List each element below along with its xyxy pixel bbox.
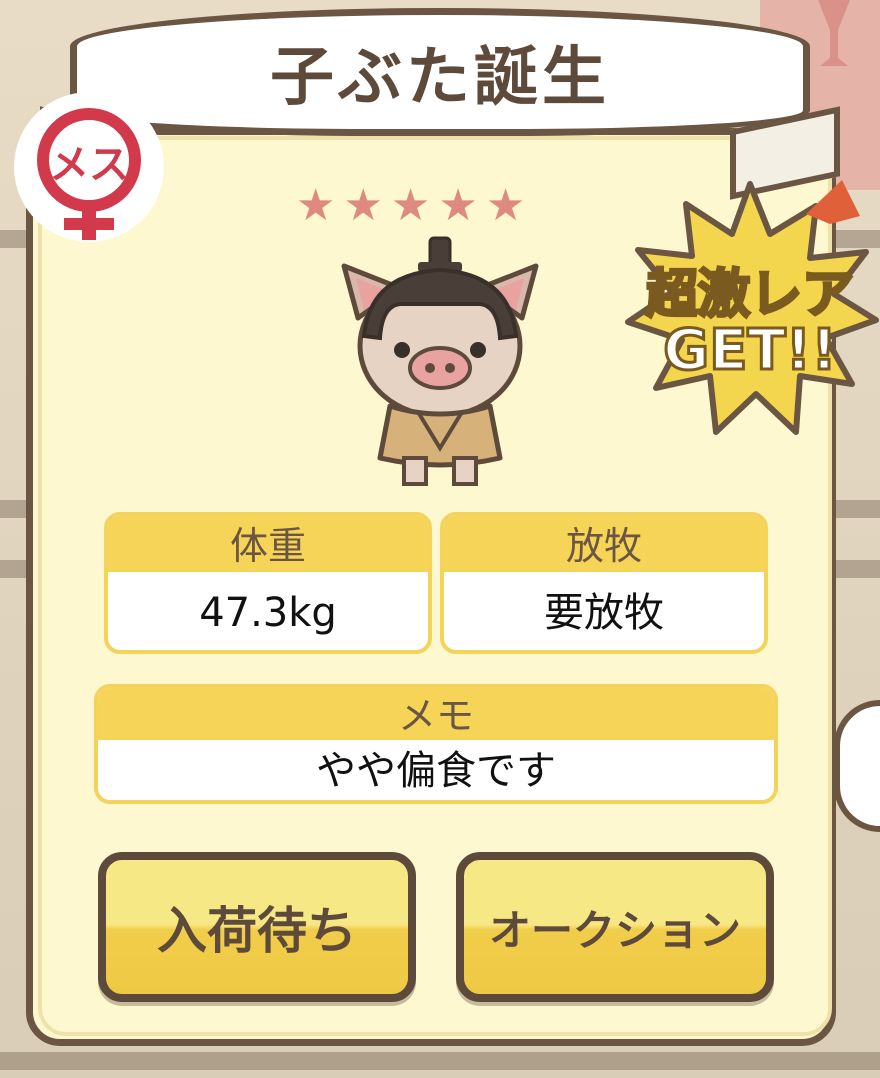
gender-label: メス <box>49 142 129 188</box>
female-gender-badge: メス <box>14 92 164 242</box>
weight-box: 体重 47.3kg <box>104 512 432 654</box>
page-title: 子ぶた誕生 <box>270 41 610 115</box>
goblet-icon <box>818 0 850 66</box>
title-ribbon: 子ぶた誕生 <box>70 8 810 136</box>
grazing-value: 要放牧 <box>544 590 664 636</box>
wait-for-restock-button[interactable]: 入荷待ち <box>98 852 416 1002</box>
piglet-samurai-icon <box>341 236 539 486</box>
background-stripe <box>0 1052 880 1070</box>
memo-value: やや偏食です <box>316 748 556 794</box>
rare-burst-line1: 超激レア <box>644 264 855 327</box>
memo-label: メモ <box>98 688 774 740</box>
auction-button[interactable]: オークション <box>456 852 774 1002</box>
grazing-label: 放牧 <box>444 516 764 572</box>
memo-box: メモ やや偏食です <box>94 684 778 804</box>
weight-label: 体重 <box>108 516 428 572</box>
weight-value: 47.3kg <box>199 590 337 636</box>
super-rare-get-burst: 超激レア GET!! <box>620 180 880 440</box>
rare-burst-line2: GET!! <box>662 317 839 385</box>
grazing-box: 放牧 要放牧 <box>440 512 768 654</box>
